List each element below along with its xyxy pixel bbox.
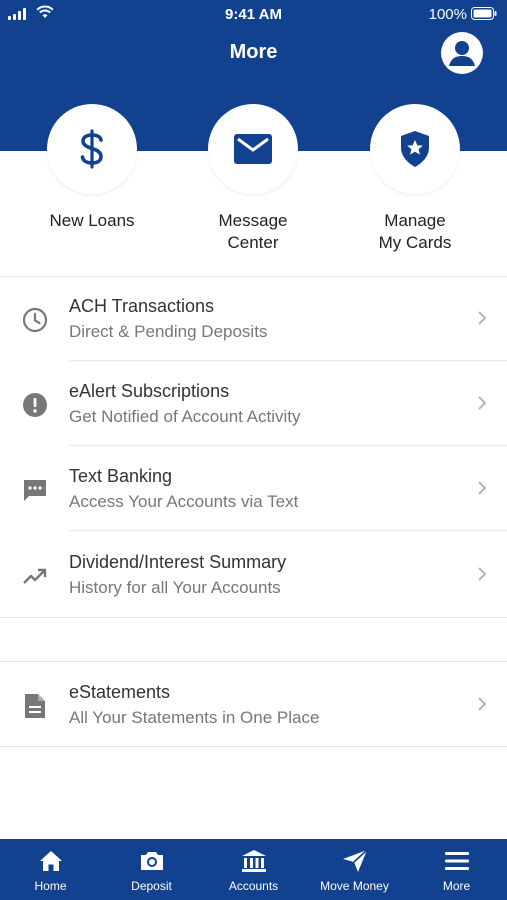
alert-icon [21,391,49,419]
tab-deposit[interactable]: Deposit [101,839,202,900]
tab-label: Deposit [131,879,172,893]
menu-item-subtitle: Get Notified of Account Activity [69,407,301,426]
menu-item-subtitle: History for all Your Accounts [69,578,281,597]
quick-action-label: Manage My Cards [378,211,452,252]
divider [0,617,507,618]
menu-item-title: Text Banking [69,466,173,486]
menu-item-subtitle: Direct & Pending Deposits [69,322,268,341]
tab-home[interactable]: Home [0,839,101,900]
dollar-icon-circle [47,104,137,194]
dollar-icon [80,129,103,169]
chevron-right-icon [478,481,487,495]
quick-action-label: New Loans [49,211,135,230]
menu-item-ach-transactions[interactable]: ACH Transactions Direct & Pending Deposi… [0,276,507,361]
chat-icon [21,476,49,504]
clock-icon [21,306,49,334]
tab-bar: Home Deposit Accounts Move Money More [0,839,507,900]
chevron-right-icon [478,396,487,410]
camera-icon [140,852,163,870]
menu-item-text-banking[interactable]: Text Banking Access Your Accounts via Te… [0,446,507,531]
chevron-right-icon [478,567,487,581]
profile-icon[interactable] [440,31,484,75]
manage-cards-button[interactable]: Manage My Cards [330,104,500,254]
menu-item-title: ACH Transactions [69,296,215,316]
home-icon [39,851,62,871]
quick-actions: New Loans Message Center Manage My Cards [0,104,507,276]
envelope-icon [234,134,272,164]
tab-label: More [442,879,471,893]
tab-move-money[interactable]: Move Money [304,839,405,900]
menu-item-subtitle: Access Your Accounts via Text [69,492,299,511]
tab-label: Move Money [320,879,389,893]
divider [0,746,507,747]
menu-icon [444,852,469,870]
menu-item-dividend-interest-summary[interactable]: Dividend/Interest Summary History for al… [0,532,507,617]
document-icon [21,692,49,720]
chevron-right-icon [478,697,487,711]
page-title: More [229,41,278,63]
trending-up-icon [21,562,49,590]
bank-icon [241,850,266,872]
tab-more[interactable]: More [406,839,507,900]
quick-action-label: Message Center [218,211,288,252]
tab-label: Accounts [228,879,279,893]
tab-label: Home [34,879,67,893]
chevron-right-icon [478,311,487,325]
status-bar: 9:41 AM 100% [0,0,507,28]
message-center-button[interactable]: Message Center [168,104,338,254]
menu-item-title: eStatements [69,682,171,702]
new-loans-button[interactable]: New Loans [7,104,177,232]
send-icon [342,849,368,872]
menu-item-title: eAlert Subscriptions [69,381,230,401]
menu-item-estatements[interactable]: eStatements All Your Statements in One P… [0,662,507,747]
menu-item-ealert-subscriptions[interactable]: eAlert Subscriptions Get Notified of Acc… [0,361,507,446]
tab-accounts[interactable]: Accounts [203,839,304,900]
envelope-icon-circle [208,104,298,194]
shield-star-icon [401,131,429,167]
menu-item-title: Dividend/Interest Summary [69,552,287,572]
battery-icon [471,7,497,20]
menu-item-subtitle: All Your Statements in One Place [69,708,320,727]
divider [69,530,507,531]
battery-percent: 100% [428,6,467,23]
shield-icon-circle [370,104,460,194]
